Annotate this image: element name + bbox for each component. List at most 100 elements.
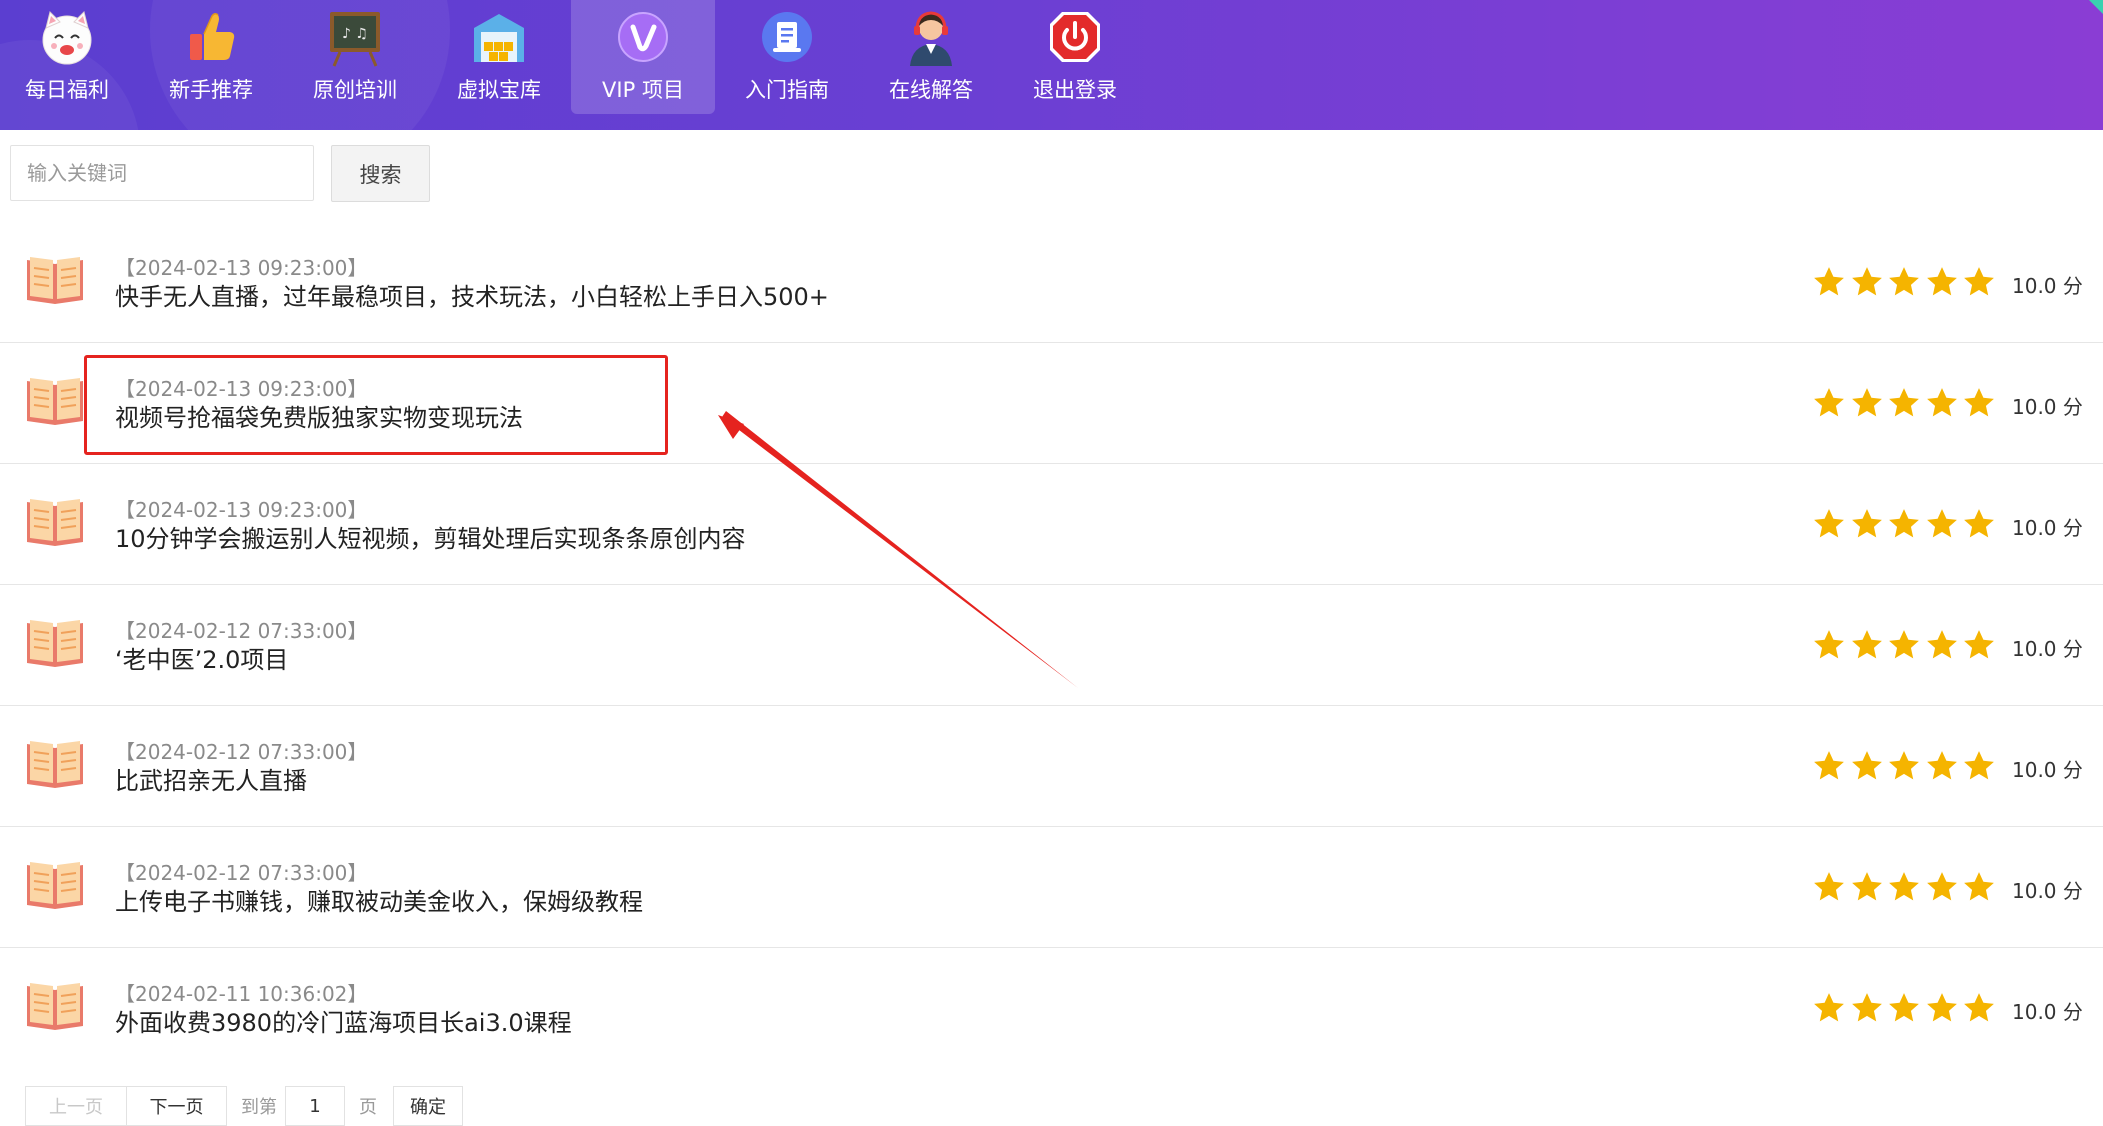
item-title-link[interactable]: 上传电子书赚钱，赚取被动美金收入，保姆级教程 xyxy=(115,882,643,917)
item-score: 10.0 分 xyxy=(2012,1000,2083,1024)
star-icon xyxy=(1889,872,1919,901)
star-rating xyxy=(1812,265,2000,299)
prev-page-button[interactable]: 上一页 xyxy=(25,1086,127,1126)
open-book-icon xyxy=(27,378,83,425)
list-item[interactable]: 【2024-02-13 09:23:00】 视频号抢福袋免费版独家实物变现玩法 … xyxy=(0,343,2103,464)
item-score: 10.0 分 xyxy=(2012,274,2083,298)
star-icon xyxy=(1814,267,1844,296)
next-page-button[interactable]: 下一页 xyxy=(126,1086,227,1126)
star-icon xyxy=(1889,388,1919,417)
nav-item-daily-benefits[interactable]: 每日福利 xyxy=(0,0,139,114)
star-icon xyxy=(1851,509,1882,538)
nav-label: 虚拟宝库 xyxy=(457,78,541,102)
star-icon xyxy=(1964,872,1994,901)
star-icon xyxy=(1889,630,1919,659)
item-title-link[interactable]: 快手无人直播，过年最稳项目，技术玩法，小白轻松上手日入500+ xyxy=(115,277,829,312)
star-rating xyxy=(1812,386,2000,420)
item-title-link[interactable]: 10分钟学会搬运别人短视频，剪辑处理后实现条条原创内容 xyxy=(115,519,746,554)
nav-label: 每日福利 xyxy=(25,78,109,102)
star-icon xyxy=(1926,872,1957,901)
item-score: 10.0 分 xyxy=(2012,758,2083,782)
corner-badge-icon xyxy=(2089,0,2103,14)
star-icon xyxy=(1851,993,1882,1022)
project-list: 【2024-02-13 09:23:00】 快手无人直播，过年最稳项目，技术玩法… xyxy=(0,222,2103,1069)
list-item[interactable]: 【2024-02-12 07:33:00】 比武招亲无人直播 10.0 分 xyxy=(0,706,2103,827)
open-book-icon xyxy=(27,499,83,546)
nav-item-original-training[interactable]: ♪ ♫ 原创培训 xyxy=(283,0,427,114)
nav-item-logout[interactable]: 退出登录 xyxy=(1003,0,1147,114)
list-item[interactable]: 【2024-02-13 09:23:00】 10分钟学会搬运别人短视频，剪辑处理… xyxy=(0,464,2103,585)
item-title-link[interactable]: 比武招亲无人直播 xyxy=(115,761,307,796)
nav-item-beginner-recommend[interactable]: 新手推荐 xyxy=(139,0,283,114)
search-input[interactable] xyxy=(10,145,314,201)
nav-label: VIP 项目 xyxy=(602,78,684,102)
star-icon xyxy=(1889,509,1919,538)
item-title-link[interactable]: ‘老中医’2.0项目 xyxy=(115,640,288,675)
star-icon xyxy=(1926,751,1957,780)
chalkboard-icon: ♪ ♫ xyxy=(330,12,380,67)
lucky-cat-icon xyxy=(42,11,92,65)
star-icon xyxy=(1814,630,1844,659)
item-score: 10.0 分 xyxy=(2012,516,2083,540)
page-number-input[interactable] xyxy=(285,1086,345,1126)
star-icon xyxy=(1964,267,1994,296)
nav-item-getting-started[interactable]: 入门指南 xyxy=(715,0,859,114)
list-item[interactable]: 【2024-02-12 07:33:00】 ‘老中医’2.0项目 10.0 分 xyxy=(0,585,2103,706)
star-icon xyxy=(1851,751,1882,780)
top-navigation-bar: 每日福利 新手推荐 ♪ ♫ 原创培训 虚拟宝库 VIP 项目 入门指南 在线解答… xyxy=(0,0,2103,130)
power-icon xyxy=(1050,12,1100,62)
list-item[interactable]: 【2024-02-12 07:33:00】 上传电子书赚钱，赚取被动美金收入，保… xyxy=(0,827,2103,948)
nav-label: 退出登录 xyxy=(1033,78,1117,102)
goto-label: 到第 xyxy=(241,1097,277,1118)
warehouse-icon xyxy=(474,14,524,62)
star-icon xyxy=(1814,872,1844,901)
star-icon xyxy=(1926,993,1957,1022)
document-icon xyxy=(762,12,812,62)
star-rating xyxy=(1812,749,2000,783)
star-icon xyxy=(1889,993,1919,1022)
open-book-icon xyxy=(27,741,83,788)
star-rating xyxy=(1812,870,2000,904)
list-item[interactable]: 【2024-02-13 09:23:00】 快手无人直播，过年最稳项目，技术玩法… xyxy=(0,222,2103,343)
item-score: 10.0 分 xyxy=(2012,637,2083,661)
star-icon xyxy=(1814,751,1844,780)
star-icon xyxy=(1851,388,1882,417)
star-icon xyxy=(1889,751,1919,780)
star-icon xyxy=(1851,267,1882,296)
star-rating xyxy=(1812,507,2000,541)
open-book-icon xyxy=(27,257,83,304)
star-icon xyxy=(1814,509,1844,538)
nav-label: 新手推荐 xyxy=(169,78,253,102)
star-icon xyxy=(1851,630,1882,659)
search-button[interactable]: 搜索 xyxy=(331,145,430,202)
item-title-link[interactable]: 外面收费3980的冷门蓝海项目长ai3.0课程 xyxy=(115,1003,572,1038)
page-unit-label: 页 xyxy=(359,1097,377,1118)
star-icon xyxy=(1851,872,1882,901)
nav-label: 入门指南 xyxy=(745,78,829,102)
star-rating xyxy=(1812,991,2000,1025)
star-icon xyxy=(1814,388,1844,417)
star-icon xyxy=(1964,509,1994,538)
star-icon xyxy=(1964,388,1994,417)
nav-label: 在线解答 xyxy=(889,78,973,102)
star-icon xyxy=(1926,388,1957,417)
star-icon xyxy=(1964,993,1994,1022)
star-icon xyxy=(1964,630,1994,659)
nav-item-virtual-treasury[interactable]: 虚拟宝库 xyxy=(427,0,571,114)
open-book-icon xyxy=(27,862,83,909)
star-rating xyxy=(1812,628,2000,662)
nav-item-vip-projects[interactable]: VIP 项目 xyxy=(571,0,715,114)
open-book-icon xyxy=(27,620,83,667)
thumbs-up-icon xyxy=(190,12,235,60)
confirm-page-button[interactable]: 确定 xyxy=(393,1086,463,1126)
nav-item-online-answers[interactable]: 在线解答 xyxy=(859,0,1003,114)
star-icon xyxy=(1889,267,1919,296)
nav-label: 原创培训 xyxy=(313,78,397,102)
star-icon xyxy=(1814,993,1844,1022)
item-score: 10.0 分 xyxy=(2012,879,2083,903)
vip-icon xyxy=(618,12,668,62)
pagination: 上一页 下一页 到第 页 确定 xyxy=(25,1086,463,1126)
star-icon xyxy=(1926,509,1957,538)
list-item[interactable]: 【2024-02-11 10:36:02】 外面收费3980的冷门蓝海项目长ai… xyxy=(0,948,2103,1069)
item-title-link[interactable]: 视频号抢福袋免费版独家实物变现玩法 xyxy=(115,398,523,433)
